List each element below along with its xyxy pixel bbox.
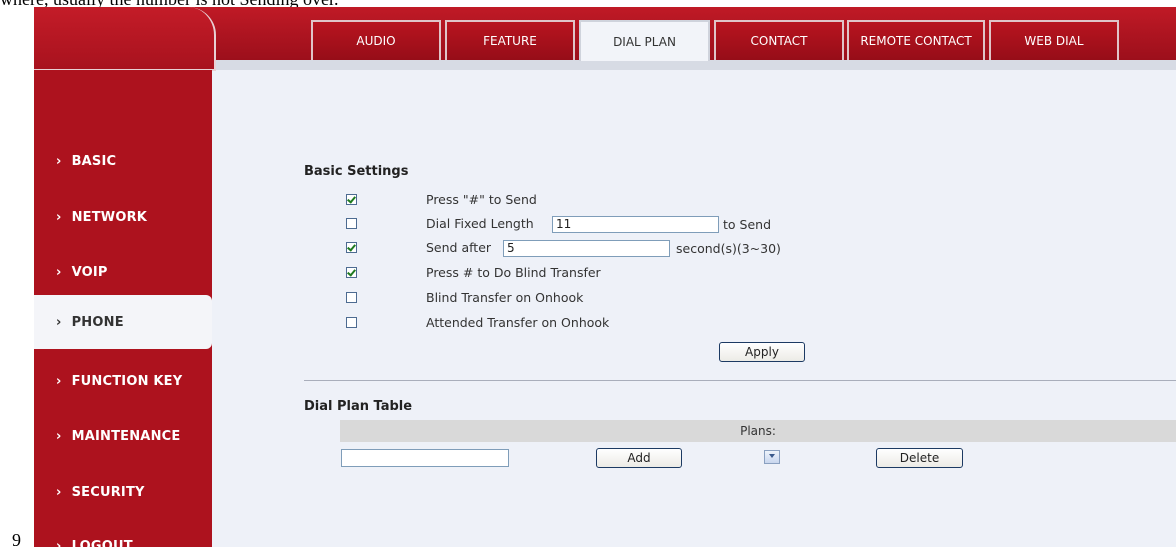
chevron-right-icon: › <box>56 428 62 444</box>
chevron-right-icon: › <box>56 314 62 330</box>
blind-onhook-checkbox[interactable] <box>346 292 357 303</box>
send-after-label: Send after <box>426 240 492 255</box>
chevron-right-icon: › <box>56 264 62 280</box>
tab-audio[interactable]: AUDIO <box>311 20 441 60</box>
sidebar-item-label: LOGOUT <box>71 538 133 548</box>
sidebar: › BASIC › NETWORK › VOIP › PHONE › FUNCTION K… <box>34 70 212 547</box>
logo-area <box>34 7 216 71</box>
press-hash-checkbox[interactable] <box>346 194 357 205</box>
dial-plan-table-title: Dial Plan Table <box>304 399 413 414</box>
plans-table-header: Plans: <box>340 420 1176 442</box>
send-after-suffix: second(s)(3~30) <box>676 241 781 256</box>
page-number: 9 <box>12 530 21 550</box>
chevron-right-icon: › <box>56 373 62 389</box>
blind-transfer-label: Press # to Do Blind Transfer <box>426 265 601 280</box>
section-divider <box>304 380 1176 381</box>
chevron-right-icon: › <box>56 209 62 225</box>
apply-button[interactable]: Apply <box>719 342 805 362</box>
web-ui-frame: AUDIO FEATURE DIAL PLAN CONTACT REMOTE C… <box>34 7 1176 547</box>
attended-onhook-checkbox[interactable] <box>346 317 357 328</box>
attended-onhook-label: Attended Transfer on Onhook <box>426 315 610 330</box>
sidebar-item-maintenance[interactable]: › MAINTENANCE <box>34 413 212 459</box>
delete-button[interactable]: Delete <box>876 448 963 468</box>
sidebar-item-phone[interactable]: › PHONE <box>34 295 212 349</box>
tab-dial-plan[interactable]: DIAL PLAN <box>579 20 710 61</box>
sidebar-item-basic[interactable]: › BASIC <box>34 138 212 184</box>
sidebar-item-label: MAINTENANCE <box>71 428 181 444</box>
tab-remote-contact[interactable]: REMOTE CONTACT <box>847 20 985 60</box>
tab-feature[interactable]: FEATURE <box>445 20 575 60</box>
chevron-right-icon: › <box>56 538 62 548</box>
sidebar-item-voip[interactable]: › VOIP <box>34 249 212 295</box>
sidebar-item-label: PHONE <box>71 314 124 330</box>
sidebar-item-label: VOIP <box>71 264 108 280</box>
blind-transfer-checkbox[interactable] <box>346 267 357 278</box>
sidebar-item-network[interactable]: › NETWORK <box>34 194 212 240</box>
fixed-length-checkbox[interactable] <box>346 218 357 229</box>
sidebar-item-label: FUNCTION KEY <box>71 373 183 389</box>
sidebar-item-function-key[interactable]: › FUNCTION KEY <box>34 358 212 404</box>
chevron-right-icon: › <box>56 484 62 500</box>
basic-settings-title: Basic Settings <box>304 164 409 179</box>
tab-web-dial[interactable]: WEB DIAL <box>989 20 1119 60</box>
sidebar-item-label: SECURITY <box>71 484 145 500</box>
fixed-length-input[interactable]: 11 <box>552 216 719 233</box>
chevron-right-icon: › <box>56 153 62 169</box>
sidebar-item-label: NETWORK <box>71 209 148 225</box>
sidebar-item-security[interactable]: › SECURITY <box>34 469 212 515</box>
blind-onhook-label: Blind Transfer on Onhook <box>426 290 584 305</box>
fixed-length-label: Dial Fixed Length <box>426 216 534 231</box>
send-after-checkbox[interactable] <box>346 242 357 253</box>
plans-select-dropdown[interactable] <box>764 450 780 464</box>
press-hash-label: Press "#" to Send <box>426 192 537 207</box>
sidebar-item-logout[interactable]: › LOGOUT <box>34 523 212 548</box>
fixed-length-suffix: to Send <box>723 217 772 232</box>
add-button[interactable]: Add <box>596 448 682 468</box>
dial-plan-input[interactable] <box>341 449 509 467</box>
tab-contact[interactable]: CONTACT <box>714 20 844 60</box>
send-after-input[interactable]: 5 <box>503 240 670 257</box>
sidebar-item-label: BASIC <box>71 153 117 169</box>
